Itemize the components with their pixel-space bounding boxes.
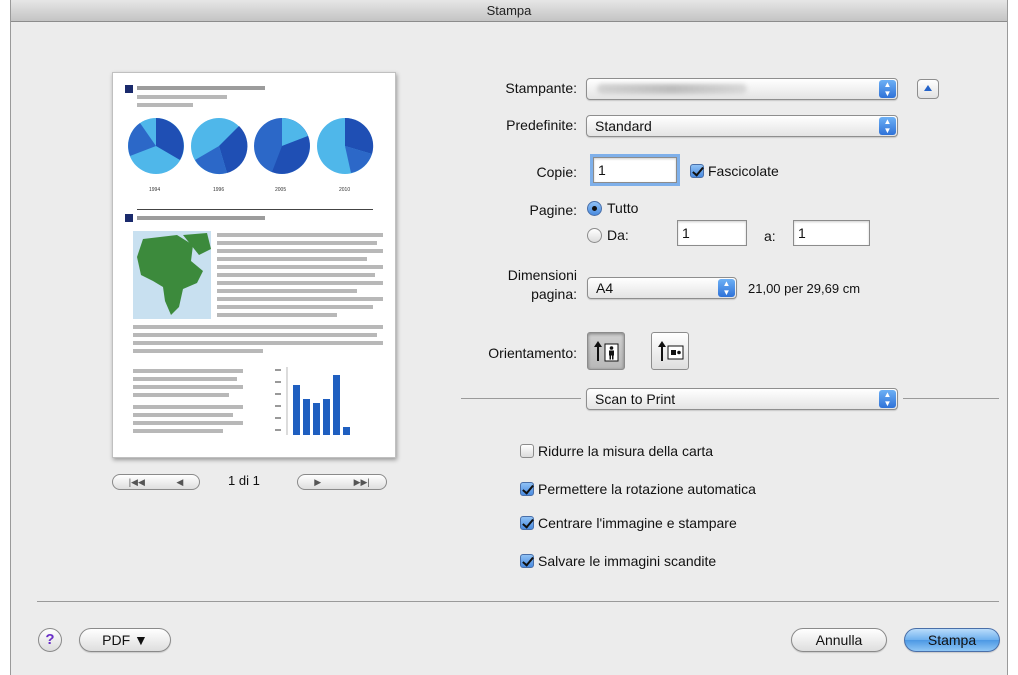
first-page-icon[interactable]: |◀◀ [129,477,145,488]
preview-map-image [133,231,211,319]
section-popup[interactable]: Scan to Print ▲ ▼ [586,388,898,410]
pie-chart [254,118,310,174]
preview-first-prev-control[interactable]: |◀◀ ◀ [112,474,200,490]
option-save-scans-checkbox[interactable]: Salvare le immagini scandite [520,553,716,569]
pie-year-label: 1996 [213,187,225,193]
cancel-button[interactable]: Annulla [791,628,887,652]
option-label: Permettere la rotazione automatica [538,481,756,497]
portrait-orientation-icon [594,341,619,362]
preview-bar-chart [275,367,350,435]
pages-label: Pagine: [529,202,577,218]
checkbox-checked-icon[interactable] [520,516,534,530]
preview-bullet-icon [125,214,133,222]
print-dialog: Stampa 1994 1996 2005 2010 |◀◀ ◀ 1 di 1 … [10,0,1008,675]
checkbox-checked-icon[interactable] [690,164,704,178]
option-label: Salvare le immagini scandite [538,553,717,569]
paper-size-popup[interactable]: A4 ▲ ▼ [587,277,737,299]
option-reduce-paper-checkbox[interactable]: Ridurre la misura della carta [520,443,713,459]
popup-arrows-icon: ▲ ▼ [879,390,896,408]
paper-size-value: A4 [596,280,614,296]
pie-year-label: 2010 [339,187,351,193]
popup-arrows-icon: ▲ ▼ [879,80,896,98]
disclosure-triangle-icon [924,85,932,91]
pages-to-label: a: [764,228,776,244]
preview-bullet-icon [125,85,133,93]
orientation-landscape-button[interactable] [651,332,689,370]
option-center-image-checkbox[interactable]: Centrare l'immagine e stampare [520,515,737,531]
radio-selected-icon[interactable] [587,200,602,216]
last-page-icon[interactable]: ▶▶| [354,477,370,488]
pages-from-label: Da: [607,227,629,243]
pages-to-input[interactable] [793,220,870,246]
presets-label: Predefinite: [506,117,577,133]
section-value: Scan to Print [595,391,676,407]
option-label: Centrare l'immagine e stampare [538,515,737,531]
prev-page-icon[interactable]: ◀ [176,477,183,488]
presets-value: Standard [595,118,652,134]
page-preview: 1994 1996 2005 2010 [112,72,396,458]
pages-all-radio[interactable]: Tutto [587,200,638,216]
section-divider-right [903,398,999,399]
paper-size-dimensions: 21,00 per 29,69 cm [748,281,861,296]
copies-label: Copie: [536,164,577,180]
preview-next-last-control[interactable]: ▶ ▶▶| [297,474,387,490]
presets-popup[interactable]: Standard ▲ ▼ [586,115,898,137]
printer-label: Stampante: [505,80,577,96]
help-button[interactable]: ? [38,628,62,652]
pie-chart [191,118,248,175]
collate-label: Fascicolate [708,163,779,179]
checkbox-checked-icon[interactable] [520,482,534,496]
page-indicator: 1 di 1 [228,473,260,488]
pdf-menu-button[interactable]: PDF ▼ [79,628,171,652]
checkbox-checked-icon[interactable] [520,554,534,568]
printer-name-redacted [597,84,747,94]
pages-from-input[interactable] [677,220,747,246]
disclosure-button[interactable] [917,79,939,99]
next-page-icon[interactable]: ▶ [314,477,321,488]
pie-year-label: 2005 [275,187,287,193]
checkbox-unchecked-icon[interactable] [520,444,534,458]
printer-popup[interactable]: ▲ ▼ [586,78,898,100]
print-button[interactable]: Stampa [904,628,1000,652]
orientation-portrait-button[interactable] [587,332,625,370]
pie-year-label: 1994 [149,187,161,193]
option-label: Ridurre la misura della carta [538,443,714,459]
popup-arrows-icon: ▲ ▼ [718,279,735,297]
pages-range-radio[interactable]: Da: [587,227,629,243]
copies-input[interactable] [593,157,677,183]
pages-all-label: Tutto [607,200,639,216]
paper-size-label: Dimensioni pagina: [507,267,577,302]
pie-chart [128,118,184,174]
footer-divider [37,601,999,602]
option-auto-rotate-checkbox[interactable]: Permettere la rotazione automatica [520,481,756,497]
pie-chart [317,117,374,174]
landscape-orientation-icon [658,341,684,361]
radio-unselected-icon[interactable] [587,227,602,243]
window-title: Stampa [11,0,1007,22]
preview-pie-charts [128,117,374,175]
collate-checkbox[interactable]: Fascicolate [690,163,779,179]
section-divider-left [461,398,581,399]
orientation-label: Orientamento: [488,345,577,361]
popup-arrows-icon: ▲ ▼ [879,117,896,135]
